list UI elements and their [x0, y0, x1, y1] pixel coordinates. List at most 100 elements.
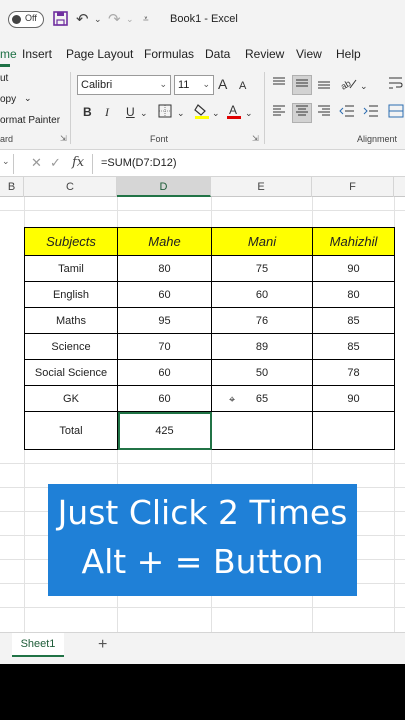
table-cell[interactable]: 76 [211, 307, 313, 334]
cancel-icon[interactable]: ✕ [31, 155, 42, 171]
column-header-b[interactable]: B [0, 177, 24, 197]
table-cell[interactable]: 60 [117, 359, 212, 386]
italic-button[interactable]: I [105, 104, 109, 120]
tab-view[interactable]: View [296, 47, 322, 61]
autosave-toggle[interactable]: Off [8, 11, 44, 28]
chevron-down-icon[interactable]: ⌄ [24, 93, 32, 104]
formula-bar: ⌄ ✕ ✓ fx =SUM(D7:D12) [0, 151, 405, 177]
dialog-launcher-icon[interactable]: ⇲ [252, 134, 259, 143]
column-header-f[interactable]: F [312, 177, 394, 197]
redo-icon[interactable]: ↷ [108, 11, 121, 28]
increase-font-icon[interactable]: A [218, 76, 227, 92]
table-cell[interactable]: 78 [312, 359, 395, 386]
save-icon[interactable] [53, 11, 68, 30]
empty-total-cell[interactable] [312, 411, 395, 450]
table-cell[interactable]: 85 [312, 333, 395, 360]
chevron-down-icon[interactable]: ⌄ [140, 105, 148, 121]
table-cell[interactable]: 85 [312, 307, 395, 334]
tab-data[interactable]: Data [205, 47, 230, 61]
tab-page-layout[interactable]: Page Layout [66, 47, 133, 61]
table-cell[interactable]: Science [24, 333, 118, 360]
table-cell[interactable]: English [24, 281, 118, 308]
table-cell[interactable]: Tamil [24, 255, 118, 282]
add-sheet-button[interactable]: + [98, 636, 107, 654]
tab-home[interactable]: me [0, 47, 17, 61]
caption-line-2: Alt + = Button [81, 542, 324, 581]
underline-button[interactable]: U [126, 104, 135, 120]
table-cell[interactable]: 60 [211, 281, 313, 308]
undo-icon[interactable]: ↶ [76, 11, 89, 28]
align-middle-icon[interactable] [292, 75, 312, 95]
column-header-c[interactable]: C [24, 177, 117, 197]
dialog-launcher-icon[interactable]: ⇲ [60, 134, 67, 143]
table-cell[interactable]: Maths [24, 307, 118, 334]
tab-formulas[interactable]: Formulas [144, 47, 194, 61]
tab-review[interactable]: Review [245, 47, 284, 61]
column-header-e[interactable]: E [211, 177, 312, 197]
autosave-label: Off [25, 13, 37, 23]
header-cell[interactable]: Mani [211, 227, 313, 256]
table-cell[interactable]: 90 [312, 255, 395, 282]
chevron-down-icon[interactable]: ⌄ [94, 11, 102, 28]
tab-help[interactable]: Help [336, 47, 361, 61]
table-cell[interactable]: 50 [211, 359, 313, 386]
font-name-select[interactable]: Calibri ⌄ [77, 75, 171, 95]
table-cell[interactable]: 95 [117, 307, 212, 334]
chevron-down-icon[interactable]: ⌄ [360, 78, 368, 94]
table-cell[interactable]: 70 [117, 333, 212, 360]
active-total-cell[interactable]: 425 [117, 411, 212, 450]
enter-icon[interactable]: ✓ [50, 155, 61, 171]
sheet-tab-sheet1[interactable]: Sheet1 [12, 633, 64, 657]
align-top-icon[interactable] [270, 76, 288, 94]
header-cell[interactable]: Mahe [117, 227, 212, 256]
fill-color-icon[interactable] [194, 102, 210, 124]
borders-icon[interactable] [158, 104, 172, 122]
caption-line-1: Just Click 2 Times [57, 493, 348, 532]
font-size-select[interactable]: 11 ⌄ [174, 75, 214, 95]
bold-button[interactable]: B [83, 104, 92, 120]
alignment-group-label: Alignment [357, 134, 398, 144]
formula-input[interactable]: =SUM(D7:D12) [92, 154, 405, 174]
align-center-icon[interactable] [292, 103, 312, 123]
table-cell[interactable]: 80 [117, 255, 212, 282]
table-cell[interactable]: 75 [211, 255, 313, 282]
wrap-text-icon[interactable] [388, 76, 404, 94]
table-cell[interactable]: 80 [312, 281, 395, 308]
table-row: Social Science 60 50 78 [24, 359, 395, 386]
increase-indent-icon[interactable] [363, 104, 379, 122]
excel-window: Off ↶ ⌄ ↷ ⌄ ⩡ Book1 - Excel me Insert Pa… [0, 0, 405, 664]
table-cell[interactable]: 65 [211, 385, 313, 412]
table-cell[interactable]: Social Science [24, 359, 118, 386]
chevron-down-icon[interactable]: ⌄ [177, 105, 185, 121]
caption-overlay: Just Click 2 Times Alt + = Button [48, 484, 357, 596]
align-right-icon[interactable] [315, 104, 333, 122]
empty-total-cell[interactable] [211, 411, 313, 450]
decrease-font-icon[interactable]: A [239, 78, 246, 94]
font-color-icon[interactable]: A [226, 102, 242, 124]
total-label-cell[interactable]: Total [24, 411, 118, 450]
table-cell[interactable]: 60 [117, 385, 212, 412]
column-header-d[interactable]: D [117, 177, 211, 197]
crosshair-cursor-icon: ⌖ [229, 394, 236, 406]
chevron-down-icon[interactable]: ⌄ [245, 105, 253, 121]
table-cell[interactable]: GK [24, 385, 118, 412]
table-cell[interactable]: 60 [117, 281, 212, 308]
name-box[interactable]: ⌄ [0, 154, 14, 174]
chevron-down-icon[interactable]: ⌄ [126, 11, 134, 28]
chevron-down-icon[interactable]: ⌄ [212, 105, 220, 121]
table-cell[interactable]: 90 [312, 385, 395, 412]
cut-button[interactable]: ut [0, 73, 8, 84]
decrease-indent-icon[interactable] [339, 104, 355, 122]
merge-center-icon[interactable] [388, 104, 404, 122]
orientation-icon[interactable]: ab [339, 75, 357, 95]
customize-icon[interactable]: ⩡ [143, 11, 149, 28]
header-cell[interactable]: Subjects [24, 227, 118, 256]
copy-button[interactable]: opy [0, 94, 16, 105]
header-cell[interactable]: Mahizhil [312, 227, 395, 256]
align-left-icon[interactable] [270, 104, 288, 122]
insert-function-icon[interactable]: fx [72, 155, 84, 170]
format-painter-button[interactable]: ormat Painter [0, 115, 60, 126]
tab-insert[interactable]: Insert [22, 47, 52, 61]
align-bottom-icon[interactable] [315, 76, 333, 94]
table-cell[interactable]: 89 [211, 333, 313, 360]
